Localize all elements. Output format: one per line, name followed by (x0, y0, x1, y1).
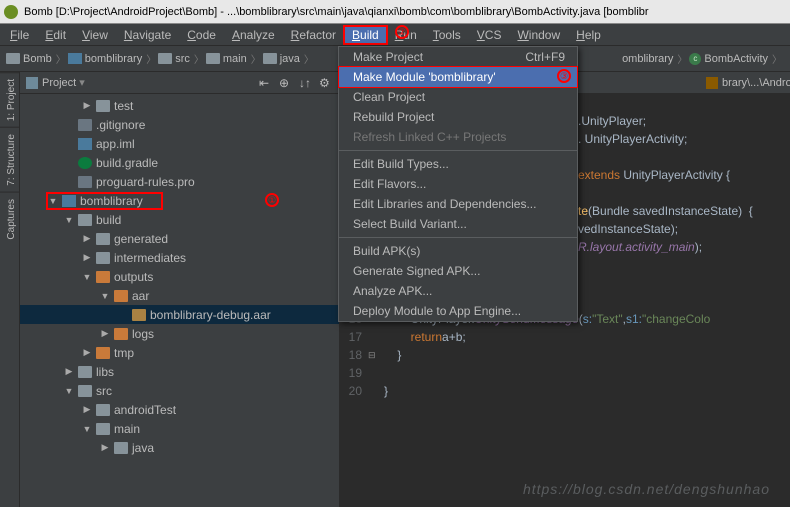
menu-window[interactable]: Window (509, 26, 568, 44)
menu-view[interactable]: View (74, 26, 116, 44)
menu-item-analyze-apk-[interactable]: Analyze APK... (339, 281, 577, 301)
title-bar: Bomb [D:\Project\AndroidProject\Bomb] - … (0, 0, 790, 24)
crumb-java[interactable]: java (280, 53, 300, 65)
tree-item-proguard-rules-pro[interactable]: proguard-rules.pro (20, 172, 339, 191)
tree-item-test[interactable]: ▶test (20, 96, 339, 115)
tree-item-libs[interactable]: ▶libs (20, 362, 339, 381)
menu-item-make-project[interactable]: Make ProjectCtrl+F9 (339, 47, 577, 67)
xml-icon (706, 77, 718, 89)
tree-item-main[interactable]: ▼main (20, 419, 339, 438)
side-tab-structure[interactable]: 7: Structure (0, 127, 19, 192)
tree-item-app-iml[interactable]: app.iml (20, 134, 339, 153)
menu-navigate[interactable]: Navigate (116, 26, 179, 44)
build-menu-dropdown: Make ProjectCtrl+F9Make Module 'bomblibr… (338, 46, 578, 322)
menu-item-generate-signed-apk-[interactable]: Generate Signed APK... (339, 261, 577, 281)
panel-title[interactable]: Project (42, 77, 76, 89)
menu-edit[interactable]: Edit (37, 26, 74, 44)
tree-item-build-gradle[interactable]: build.gradle (20, 153, 339, 172)
project-panel: Project▾ ⇤ ⊕ ↓↑ ⚙ ▶test.gitignoreapp.iml… (20, 72, 340, 507)
crumb-src[interactable]: src (175, 53, 190, 65)
menu-item-make-module-bomblibrary-[interactable]: Make Module 'bomblibrary'③ (339, 67, 577, 87)
menu-code[interactable]: Code (179, 26, 224, 44)
tree-item-aar[interactable]: ▼aar (20, 286, 339, 305)
project-tree[interactable]: ▶test.gitignoreapp.imlbuild.gradleprogua… (20, 94, 339, 507)
menu-item-rebuild-project[interactable]: Rebuild Project (339, 107, 577, 127)
menu-item-clean-project[interactable]: Clean Project (339, 87, 577, 107)
crumb-activity[interactable]: BombActivity (704, 53, 768, 65)
menu-item-edit-libraries-and-dependencies-[interactable]: Edit Libraries and Dependencies... (339, 194, 577, 214)
tree-item--gitignore[interactable]: .gitignore (20, 115, 339, 134)
tree-item-outputs[interactable]: ▼outputs (20, 267, 339, 286)
crumb-module[interactable]: bomblibrary (85, 53, 142, 65)
collapse-icon[interactable]: ⇤ (259, 76, 273, 90)
annotation-2: ② (395, 25, 409, 39)
tree-item-bomblibrary-debug-aar[interactable]: bomblibrary-debug.aar (20, 305, 339, 324)
tab-label: brary\...\AndroidManifest.xml (722, 77, 790, 89)
target-icon[interactable]: ⊕ (279, 76, 293, 90)
tree-item-logs[interactable]: ▶logs (20, 324, 339, 343)
menu-item-edit-build-types-[interactable]: Edit Build Types... (339, 154, 577, 174)
menu-item-refresh-linked-c-projects: Refresh Linked C++ Projects (339, 127, 577, 147)
tree-item-tmp[interactable]: ▶tmp (20, 343, 339, 362)
menu-tools[interactable]: Tools (425, 26, 469, 44)
menu-vcs[interactable]: VCS (469, 26, 510, 44)
sort-icon[interactable]: ↓↑ (299, 76, 313, 90)
app-icon (4, 5, 18, 19)
menu-file[interactable]: File (2, 26, 37, 44)
menu-analyze[interactable]: Analyze (224, 26, 283, 44)
side-tab-captures[interactable]: Captures (0, 192, 19, 246)
project-icon (26, 77, 38, 89)
tree-item-bomblibrary[interactable]: ▼bomblibrary① (20, 191, 339, 210)
menu-item-deploy-module-to-app-engine-[interactable]: Deploy Module to App Engine... (339, 301, 577, 321)
tree-item-androidtest[interactable]: ▶androidTest (20, 400, 339, 419)
crumb-main[interactable]: main (223, 53, 247, 65)
panel-header: Project▾ ⇤ ⊕ ↓↑ ⚙ (20, 72, 339, 94)
tree-item-generated[interactable]: ▶generated (20, 229, 339, 248)
side-tab-project[interactable]: 1: Project (0, 72, 19, 127)
tab-manifest[interactable]: brary\...\AndroidManifest.xml × (700, 72, 790, 94)
gear-icon[interactable]: ⚙ (319, 76, 333, 90)
tree-item-java[interactable]: ▶java (20, 438, 339, 457)
crumb-project[interactable]: Bomb (23, 53, 52, 65)
tree-item-src[interactable]: ▼src (20, 381, 339, 400)
menu-item-select-build-variant-[interactable]: Select Build Variant... (339, 214, 577, 234)
menu-item-build-apk-s-[interactable]: Build APK(s) (339, 241, 577, 261)
menu-build[interactable]: Build (344, 26, 387, 44)
watermark: https://blog.csdn.net/dengshunhao (523, 481, 770, 497)
menu-help[interactable]: Help (568, 26, 609, 44)
crumb-tail[interactable]: omblibrary (622, 53, 673, 65)
menu-item-edit-flavors-[interactable]: Edit Flavors... (339, 174, 577, 194)
tool-window-tabs: 1: Project 7: Structure Captures (0, 72, 20, 507)
menu-refactor[interactable]: Refactor (283, 26, 344, 44)
tree-item-intermediates[interactable]: ▶intermediates (20, 248, 339, 267)
window-title: Bomb [D:\Project\AndroidProject\Bomb] - … (24, 6, 649, 18)
tree-item-build[interactable]: ▼build (20, 210, 339, 229)
